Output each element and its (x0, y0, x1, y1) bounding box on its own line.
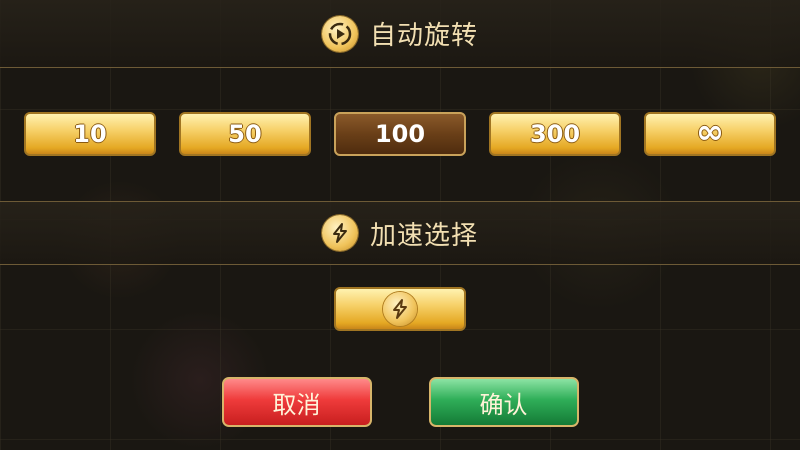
confirm-button[interactable]: 确认 (428, 377, 579, 427)
spin-option-100[interactable]: 100 (334, 112, 466, 156)
turbo-header: 加速选择 (0, 201, 800, 265)
infinity-icon: ∞ (695, 112, 725, 152)
auto-spin-header: 自动旋转 (0, 0, 800, 68)
spin-option-300[interactable]: 300 (489, 112, 621, 156)
lightning-icon (321, 215, 358, 251)
spin-count-options: 10 50 100 300 ∞ (0, 112, 800, 156)
turbo-title: 加速选择 (369, 220, 478, 251)
spin-option-infinite[interactable]: ∞ (644, 112, 776, 156)
cancel-button[interactable]: 取消 (221, 377, 372, 427)
dialog-actions: 取消 确认 (0, 377, 800, 427)
spin-option-50[interactable]: 50 (179, 112, 311, 156)
auto-play-icon (321, 15, 358, 52)
turbo-toggle-button[interactable] (334, 287, 466, 331)
spin-option-10[interactable]: 10 (24, 112, 156, 156)
lightning-icon (383, 292, 417, 326)
turbo-options (0, 287, 800, 331)
auto-spin-title: 自动旋转 (369, 21, 478, 51)
